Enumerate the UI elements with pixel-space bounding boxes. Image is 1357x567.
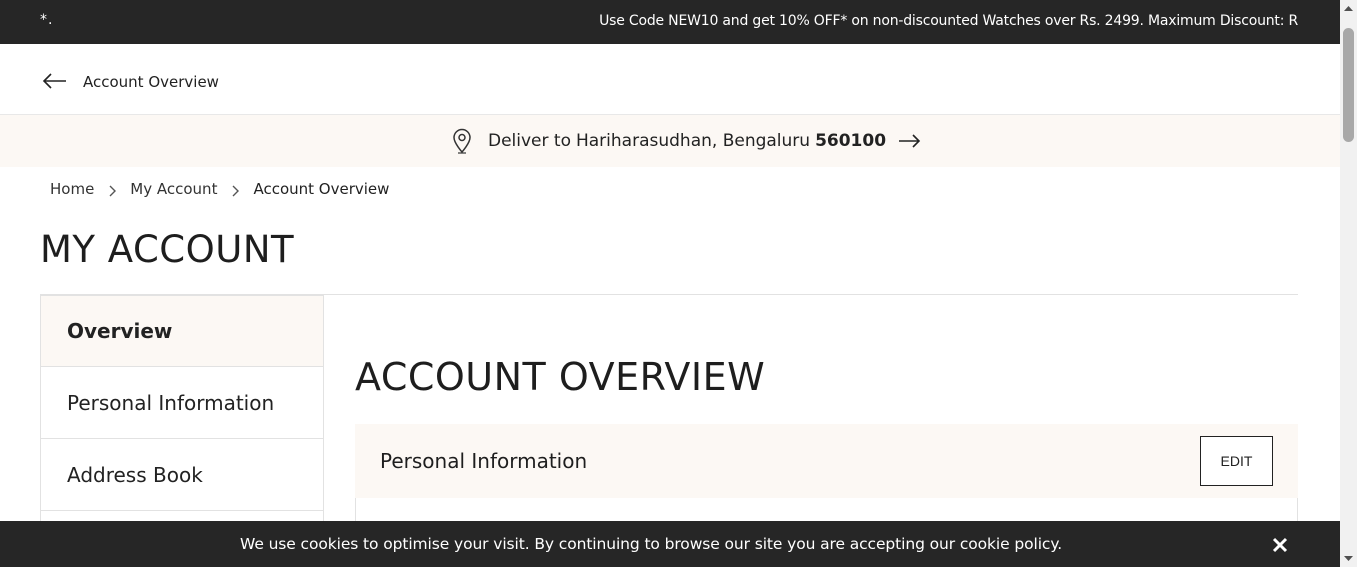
arrow-left-icon[interactable] [40, 72, 68, 90]
page-header: Account Overview [0, 44, 1340, 115]
edit-button[interactable]: EDIT [1200, 436, 1273, 486]
arrow-right-icon [898, 133, 922, 149]
deliver-bar: Deliver to Hariharasudhan, Bengaluru 560… [0, 115, 1340, 167]
card-title: Personal Information [380, 449, 588, 473]
breadcrumb-home[interactable]: Home [50, 180, 94, 198]
deliver-label: Deliver to [488, 131, 571, 151]
sidebar-item-personal-information[interactable]: Personal Information [40, 367, 324, 439]
scroll-down-arrow-icon[interactable] [1340, 550, 1357, 567]
close-icon[interactable] [1270, 535, 1290, 555]
page-title: MY ACCOUNT [40, 228, 295, 271]
chevron-right-icon [108, 183, 117, 197]
header-title: Account Overview [83, 73, 219, 91]
section-title: ACCOUNT OVERVIEW [355, 355, 766, 399]
vertical-scrollbar[interactable] [1340, 0, 1357, 567]
scrollbar-thumb[interactable] [1343, 28, 1354, 142]
chevron-right-icon [231, 183, 240, 197]
location-pin-icon [452, 128, 472, 154]
breadcrumb-current: Account Overview [253, 180, 390, 198]
page-viewport: *. Use Code NEW10 and get 10% OFF* on no… [0, 0, 1340, 567]
scroll-up-arrow-icon[interactable] [1340, 0, 1357, 17]
deliver-pincode: 560100 [815, 131, 887, 151]
cookie-banner: We use cookies to optimise your visit. B… [0, 521, 1340, 567]
promo-text[interactable]: Use Code NEW10 and get 10% OFF* on non-d… [599, 13, 1298, 29]
promo-bar: *. Use Code NEW10 and get 10% OFF* on no… [0, 0, 1340, 44]
sidebar-item-address-book[interactable]: Address Book [40, 439, 324, 511]
deliver-location-button[interactable]: Deliver to Hariharasudhan, Bengaluru 560… [452, 128, 922, 154]
sidebar-item-overview[interactable]: Overview [40, 295, 324, 367]
personal-info-card-header: Personal Information EDIT [355, 424, 1298, 498]
deliver-name: Hariharasudhan, Bengaluru [575, 131, 811, 151]
cookie-text: We use cookies to optimise your visit. B… [240, 535, 1063, 553]
breadcrumb: Home My Account Account Overview [50, 180, 389, 198]
breadcrumb-my-account[interactable]: My Account [130, 180, 217, 198]
promo-marker: *. [40, 12, 54, 28]
